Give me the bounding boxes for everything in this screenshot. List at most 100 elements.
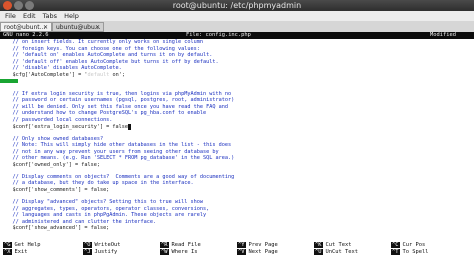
shortcut-writeout[interactable]: ^O WriteOut xyxy=(83,242,120,249)
close-tab-icon[interactable]: ✕ xyxy=(95,23,100,32)
menu-file[interactable]: File xyxy=(5,11,16,21)
code-line: // understand how to change PostgreSQL's… xyxy=(0,110,474,117)
code-line: // languages and casts in phpPgAdmin. Th… xyxy=(0,212,474,219)
code-line: // will be denied. Only set this false o… xyxy=(0,104,474,111)
shortcut-uncut-text[interactable]: ^U UnCut Text xyxy=(314,249,358,256)
nano-version: GNU nano 2.2.6 xyxy=(3,32,49,38)
tab-root-label: root@ubunt... xyxy=(4,24,46,31)
shortcut-cur-pos[interactable]: ^C Cur Pos xyxy=(391,242,425,249)
shortcut-key: ^K xyxy=(314,242,323,248)
shortcut-label: Exit xyxy=(14,249,28,255)
shortcut-label: To Spell xyxy=(402,249,429,255)
code-comment: // 'disable' disables AutoComplete. xyxy=(0,65,122,72)
code-comment: // understand how to change PostgreSQL's… xyxy=(0,110,207,117)
nano-shortcuts: ^G Get Help ^O WriteOut ^R Read File ^Y Prev Pa… xyxy=(0,232,474,257)
code-statement: $conf['show_advanced'] = false; xyxy=(0,225,110,232)
code-comment: // languages and casts in phpPgAdmin. Th… xyxy=(0,212,207,219)
code-line: // foreign keys. You can choose one of t… xyxy=(0,46,474,53)
minimize-window-icon[interactable] xyxy=(14,1,23,10)
code-line: // on insert fields. It currently only w… xyxy=(0,39,474,46)
shortcut-key: ^C xyxy=(391,242,400,248)
code-comment: // on insert fields. It currently only w… xyxy=(0,39,204,45)
code-statement: $cfg['AutoComplete'] = ' xyxy=(0,71,88,78)
code-statement-tail: on'; xyxy=(109,71,125,78)
selected-text: default xyxy=(87,71,110,78)
shortcut-key: ^J xyxy=(83,249,92,255)
code-comment: // If extra login security is true, then… xyxy=(0,90,232,97)
shortcut-key: ^G xyxy=(3,242,12,248)
terminal-area[interactable]: GNU nano 2.2.6 File: config.inc.php Modi… xyxy=(0,32,474,257)
tab-root[interactable]: root@ubunt... ✕ xyxy=(0,22,52,32)
code-statement: $conf['owned_only'] = false; xyxy=(0,161,100,168)
shortcut-label: UnCut Text xyxy=(325,249,358,255)
tab-ubuntu[interactable]: ubuntu@ubu... ✕ xyxy=(52,22,104,32)
text-cursor xyxy=(128,123,132,130)
code-line: // Only show owned databases? xyxy=(0,136,474,143)
shortcut-cut-text[interactable]: ^K Cut Text xyxy=(314,242,351,249)
shortcut-label: Cut Text xyxy=(325,242,352,248)
code-comment: // 'default on' enables AutoComplete and… xyxy=(0,52,213,59)
nano-filename: File: config.inc.php xyxy=(186,32,251,38)
code-line: // a database, but they do take up space… xyxy=(0,180,474,187)
shortcut-key: ^U xyxy=(314,249,323,255)
code-line: $conf['owned_only'] = false; xyxy=(0,162,474,169)
code-comment: // other means. (e.g. Run 'SELECT * FROM… xyxy=(0,155,235,162)
menu-tabs[interactable]: Tabs xyxy=(43,11,57,21)
shortcut-label: Cur Pos xyxy=(402,242,426,248)
code-comment: // not in any way prevent your users fro… xyxy=(0,148,219,155)
code-line: // administered and can clutter the inte… xyxy=(0,219,474,226)
code-comment: // password or certain usernames (pgsql,… xyxy=(0,97,235,104)
shortcut-label: Get Help xyxy=(14,242,41,248)
code-line: $conf['show_advanced'] = false; xyxy=(0,225,474,232)
shortcut-where-is[interactable]: ^W Where Is xyxy=(160,249,197,256)
code-line: // other means. (e.g. Run 'SELECT * FROM… xyxy=(0,155,474,162)
menu-help[interactable]: Help xyxy=(64,11,79,21)
shortcut-next-page[interactable]: ^V Next Page xyxy=(237,249,278,256)
code-comment: // administered and can clutter the inte… xyxy=(0,218,157,225)
code-comment: // a database, but they do take up space… xyxy=(0,180,194,187)
code-line: // If extra login security is true, then… xyxy=(0,91,474,98)
shortcut-read-file[interactable]: ^R Read File xyxy=(160,242,201,249)
code-comment: // passworded local connections. xyxy=(0,116,113,123)
code-line: // 'default off' enables AutoComplete bu… xyxy=(0,59,474,66)
shortcut-label: Where Is xyxy=(171,249,198,255)
code-comment: // aggregates, types, operators, operato… xyxy=(0,205,210,212)
terminal-tabs: root@ubunt... ✕ ubuntu@ubu... ✕ xyxy=(0,21,474,32)
close-tab-icon[interactable]: ✕ xyxy=(43,23,48,32)
shortcut-label: Next Page xyxy=(248,249,278,255)
code-comment: // 'default off' enables AutoComplete bu… xyxy=(0,58,219,65)
shortcut-label: WriteOut xyxy=(94,242,121,248)
shortcut-key: ^R xyxy=(160,242,169,248)
nano-header: GNU nano 2.2.6 File: config.inc.php Modi… xyxy=(0,32,474,39)
window-title: root@ubuntu: /etc/phpmyadmin xyxy=(172,1,302,10)
tab-ubuntu-label: ubuntu@ubu... xyxy=(56,24,101,31)
code-comment: // Display comments on objects? Comments… xyxy=(0,173,235,180)
code-line: // 'default on' enables AutoComplete and… xyxy=(0,52,474,59)
shortcut-label: Justify xyxy=(94,249,118,255)
code-line: $conf['extra_login_security'] = false xyxy=(0,123,474,131)
code-line: // not in any way prevent your users fro… xyxy=(0,149,474,156)
shortcut-prev-page[interactable]: ^Y Prev Page xyxy=(237,242,278,249)
shortcut-key: ^V xyxy=(237,249,246,255)
shortcut-get-help[interactable]: ^G Get Help xyxy=(3,242,40,249)
code-comment: // will be denied. Only set this false o… xyxy=(0,103,228,110)
editor-text[interactable]: // on insert fields. It currently only w… xyxy=(0,39,474,232)
code-line: // password or certain usernames (pgsql,… xyxy=(0,97,474,104)
code-statement: $conf['show_comments'] = false; xyxy=(0,187,110,194)
shortcut-key: ^O xyxy=(83,242,92,248)
code-comment: // Note: This will simply hide other dat… xyxy=(0,142,232,149)
code-line: // 'disable' disables AutoComplete. xyxy=(0,65,474,72)
code-line: $conf['show_comments'] = false; xyxy=(0,187,474,194)
shortcut-label: Prev Page xyxy=(248,242,278,248)
code-line: // Display "advanced" objects? Setting t… xyxy=(0,199,474,206)
close-window-icon[interactable] xyxy=(3,1,12,10)
code-line: // Display comments on objects? Comments… xyxy=(0,174,474,181)
menu-edit[interactable]: Edit xyxy=(23,11,36,21)
shortcut-justify[interactable]: ^J Justify xyxy=(83,249,117,256)
shortcut-key: ^W xyxy=(160,249,169,255)
code-line: // Note: This will simply hide other dat… xyxy=(0,142,474,149)
shortcut-key: ^T xyxy=(391,249,400,255)
shortcut-to-spell[interactable]: ^T To Spell xyxy=(391,249,428,256)
maximize-window-icon[interactable] xyxy=(25,1,34,10)
shortcut-exit[interactable]: ^X Exit xyxy=(3,249,27,256)
